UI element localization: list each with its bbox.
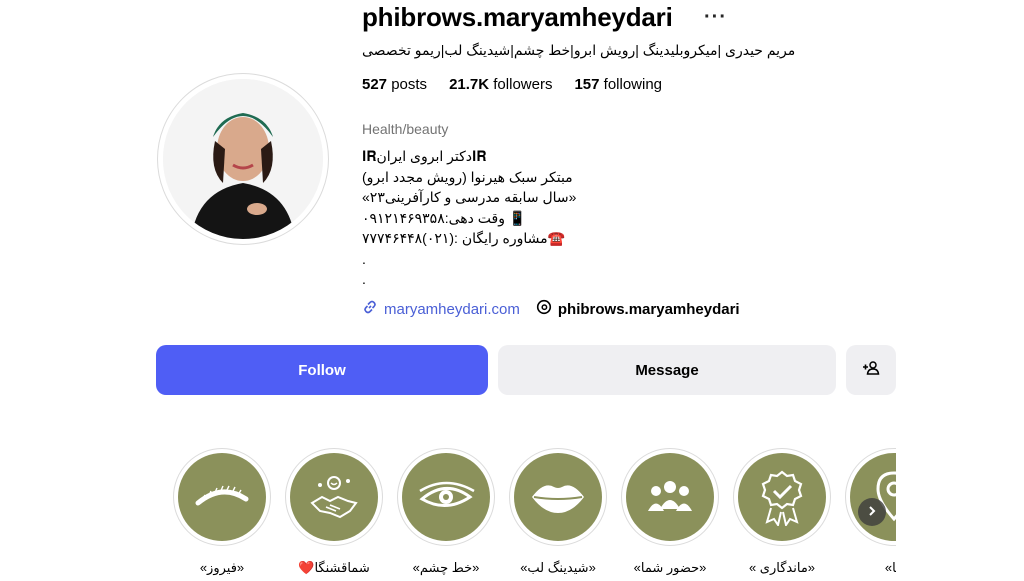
highlight-label: «ماندگاری » bbox=[748, 560, 816, 575]
posts-stat: 527 posts bbox=[362, 76, 428, 93]
profile-links: maryamheydari.com phibrows.maryamheydari bbox=[362, 299, 740, 319]
threads-link[interactable]: phibrows.maryamheydari bbox=[536, 299, 740, 319]
highlight-label: «حضور شما» bbox=[633, 560, 707, 575]
highlights-scroll-button[interactable] bbox=[858, 498, 886, 526]
bio-line: . bbox=[362, 250, 366, 267]
profile-bio: 𝐈𝐑دکتر ابروی ایران𝐈𝐑 مبتکر سبک هیرنوا (ر… bbox=[362, 146, 612, 290]
profile-avatar[interactable] bbox=[157, 73, 329, 245]
chevron-right-icon bbox=[866, 504, 878, 520]
highlight-item[interactable]: شماقشنگا❤️ bbox=[278, 440, 390, 576]
highlight-label: شماقشنگا❤️ bbox=[298, 560, 370, 575]
follow-button[interactable]: Follow bbox=[156, 345, 488, 395]
bio-line: مبتکر سبک هیرنوا (رویش مجدد ابرو) bbox=[362, 168, 573, 185]
bio-line: 📱 وقت دهی:۰۹۱۲۱۴۶۹۳۵۸ bbox=[362, 209, 527, 226]
bio-line: «سال سابقه مدرسی و کارآفرینی۲۳» bbox=[362, 189, 577, 205]
bio-line: . bbox=[362, 271, 366, 287]
handshake-icon bbox=[290, 453, 378, 541]
highlight-item[interactable]: «شیدینگ لب» bbox=[502, 440, 614, 576]
eyebrow-icon bbox=[178, 453, 266, 541]
link-icon bbox=[362, 299, 378, 319]
suggested-users-button[interactable] bbox=[846, 345, 896, 395]
location-pin-icon bbox=[850, 453, 896, 541]
award-badge-icon bbox=[738, 453, 826, 541]
profile-full-name: مریم حیدری |میکروبلیدینگ |رویش ابرو|خط چ… bbox=[362, 42, 796, 58]
bio-line: 𝐈𝐑دکتر ابروی ایران𝐈𝐑 bbox=[362, 148, 487, 164]
highlight-label: «شیدینگ لب» bbox=[520, 560, 596, 575]
highlight-label: «فیروز» bbox=[199, 560, 245, 575]
highlight-item[interactable]: «ماندگاری » bbox=[726, 440, 838, 576]
eye-icon bbox=[402, 453, 490, 541]
highlight-item[interactable]: «حضور شما» bbox=[614, 440, 726, 576]
group-icon bbox=[626, 453, 714, 541]
website-link[interactable]: maryamheydari.com bbox=[362, 299, 520, 319]
followers-stat[interactable]: 21.7K followers bbox=[449, 76, 552, 93]
message-button[interactable]: Message bbox=[498, 345, 836, 395]
highlight-item[interactable]: «فیروز» bbox=[166, 440, 278, 576]
highlight-item[interactable]: «خط چشم» bbox=[390, 440, 502, 576]
profile-stats: 527 posts 21.7K followers 157 following bbox=[362, 76, 662, 93]
more-options-button[interactable]: ··· bbox=[704, 6, 727, 29]
profile-category: Health/beauty bbox=[362, 121, 449, 137]
threads-icon bbox=[536, 299, 552, 319]
lips-icon bbox=[514, 453, 602, 541]
highlight-label: «خط چشم» bbox=[412, 560, 480, 575]
profile-username: phibrows.maryamheydari bbox=[362, 2, 673, 32]
bio-line: ☎️مشاوره رایگان :(۰۲۱)۷۷۷۴۶۴۴۸ bbox=[362, 230, 566, 246]
add-user-icon bbox=[862, 359, 880, 381]
story-highlights: «فیروز» شماقشنگا❤️ «خط چشم» «شیدینگ لب» … bbox=[160, 440, 896, 581]
profile-photo bbox=[163, 79, 323, 239]
highlight-label: ما» bbox=[884, 560, 896, 575]
following-stat[interactable]: 157 following bbox=[574, 76, 662, 93]
